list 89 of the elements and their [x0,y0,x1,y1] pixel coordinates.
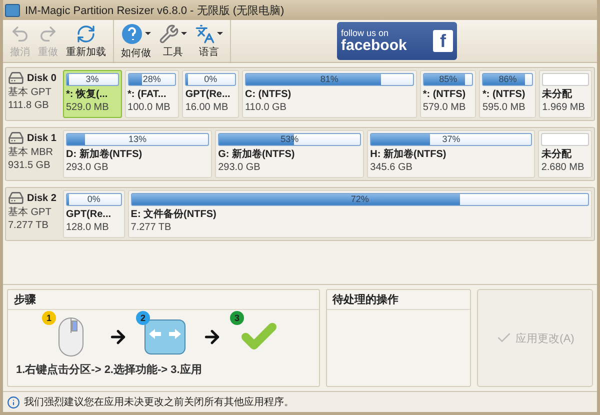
partition-tile[interactable]: 28% *: (FAT... 100.0 MB [124,70,180,118]
step-number: 2 [136,311,150,325]
disk-size: 111.8 GB [8,99,50,112]
partition-name: 未分配 [541,148,572,161]
partition-size: 1.969 MB [542,101,585,114]
arrow-icon [202,327,222,347]
partition-name: H: 新加卷(NTFS) [370,148,446,161]
reload-icon [76,24,96,44]
panel-title: 步骤 [8,290,319,310]
usage-percent: 72% [350,194,370,205]
undo-icon [10,24,30,44]
facebook-logo: f [433,30,453,52]
partition-name: D: 新加卷(NTFS) [66,148,142,161]
partition-tile[interactable]: 未分配 2.680 MB [538,130,592,178]
usage-percent: 86% [498,74,518,85]
toolbar-button[interactable]: 工具 [156,20,190,62]
partition-size: 293.0 GB [218,161,260,174]
step-number: 3 [230,311,244,325]
partition-size: 16.00 MB [185,101,228,114]
redo-icon [38,24,58,44]
arrow-icon [108,327,128,347]
disk-type: 基本 MBR [8,146,54,159]
status-message: 我们强烈建议您在应用未决更改之前关闭所有其他应用程序。 [24,396,294,409]
partition-size: 529.0 MB [66,101,109,114]
usage-percent: 28% [142,74,162,85]
banner-brand: facebook [341,38,408,53]
usage-percent: 13% [128,134,148,145]
language-icon [195,24,215,44]
partition-name: 未分配 [542,88,572,101]
disk-type: 基本 GPT [8,86,52,99]
partition-size: 2.680 MB [541,161,584,174]
usage-percent: 81% [319,74,340,85]
partition-name: *: (NTFS) [482,88,526,101]
partition-tile[interactable]: 37% H: 新加卷(NTFS) 345.6 GB [367,130,536,178]
usage-percent: 0% [86,194,102,205]
disk-name: Disk 2 [27,192,56,204]
partition-tile[interactable]: 0% GPT(Re... 128.0 MB [63,190,125,238]
partition-tile[interactable]: 3% *: 恢复(... 529.0 MB [63,70,122,118]
partition-size: 110.0 GB [244,101,286,114]
partition-name: *: 恢复(... [66,88,108,101]
usage-percent: 85% [438,74,458,85]
usage-percent: 0% [203,74,218,85]
caret-icon [145,32,151,35]
disk-size: 931.5 GB [8,159,52,172]
toolbar-button[interactable]: 重新加载 [63,20,109,62]
partition-tile[interactable]: 未分配 1.969 MB [539,70,592,118]
toolbar-button[interactable]: 语言 [192,20,226,62]
disk-size: 7.277 TB [8,219,50,232]
partition-tile[interactable]: 81% C: (NTFS) 110.0 GB [242,70,417,118]
partition-name: GPT(Re... [66,208,112,221]
disk-name: Disk 1 [27,132,56,144]
partition-name: *: (FAT... [128,88,166,101]
partition-name: GPT(Re... [185,88,230,101]
toolbar-button[interactable]: 如何做 [118,20,154,62]
window-title: IM-Magic Partition Resizer v6.8.0 - 无限版 (无限电脑) [25,4,284,18]
partition-name: C: (NTFS) [244,88,292,101]
partition-size: 579.0 MB [422,101,466,114]
mouse-icon [58,317,84,357]
app-icon [5,4,20,16]
partition-size: 128.0 MB [66,221,109,234]
partition-tile[interactable]: 0% GPT(Re... 16.00 MB [182,70,239,118]
panel-title: 待处理的操作 [326,290,470,310]
banner-text: follow us on [341,29,390,38]
partition-tile[interactable]: 85% *: (NTFS) 579.0 MB [420,70,476,118]
partition-size: 595.0 MB [482,101,526,114]
partition-name: G: 新加卷(NTFS) [218,148,295,161]
empty-bar [541,133,589,146]
step-number: 1 [42,311,56,325]
usage-percent: 37% [441,134,462,145]
partition-size: 100.0 MB [128,101,170,114]
info-icon [7,396,20,408]
partition-name: E: 文件备份(NTFS) [130,208,216,221]
caret-icon [217,32,223,35]
caret-icon [181,32,187,35]
partition-size: 7.277 TB [130,221,172,234]
partition-size: 293.0 GB [66,161,108,174]
partition-tile[interactable]: 13% D: 新加卷(NTFS) 293.0 GB [63,130,212,178]
wrench-icon [159,24,179,44]
help-icon [121,22,143,44]
usage-percent: 3% [84,74,100,85]
disk-type: 基本 GPT [8,206,52,219]
empty-bar [542,73,590,86]
partition-tile[interactable]: 86% *: (NTFS) 595.0 MB [479,70,536,118]
steps-caption: 1.右键点击分区-> 2.选择功能-> 3.应用 [15,362,203,378]
disk-name: Disk 0 [27,72,56,84]
partition-size: 345.6 GB [370,161,412,174]
partition-name: *: (NTFS) [422,88,466,101]
facebook-banner[interactable]: follow us on facebook f [337,22,457,60]
partition-tile[interactable]: 72% E: 文件备份(NTFS) 7.277 TB [128,190,592,238]
